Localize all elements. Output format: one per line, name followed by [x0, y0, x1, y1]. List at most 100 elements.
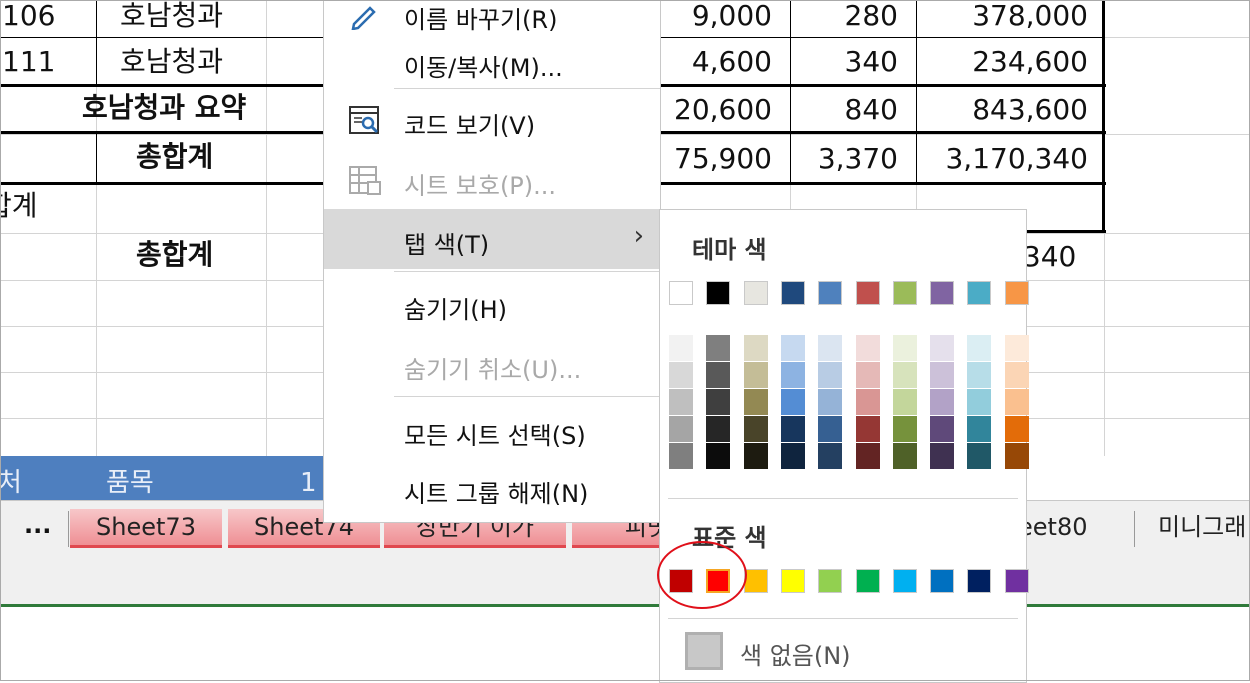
- theme-shade-swatch[interactable]: [818, 335, 843, 361]
- theme-shade-swatch[interactable]: [669, 362, 693, 388]
- header-cell[interactable]: 1: [300, 470, 317, 496]
- theme-shade-swatch[interactable]: [1004, 416, 1029, 442]
- cell-qty[interactable]: 340: [790, 48, 898, 76]
- theme-shade-swatch[interactable]: [669, 443, 693, 469]
- grand-total-label-cell[interactable]: 총합계: [136, 241, 213, 269]
- cell-name[interactable]: 호남청과: [120, 48, 223, 76]
- theme-shade-swatch[interactable]: [967, 416, 992, 442]
- theme-color-swatch[interactable]: [706, 281, 731, 305]
- standard-color-swatch[interactable]: [855, 569, 880, 593]
- theme-shade-swatch[interactable]: [669, 416, 693, 442]
- cell-qty[interactable]: 3,370: [790, 145, 898, 173]
- summary-label-cell[interactable]: 호남청과 요약: [82, 94, 246, 122]
- theme-shade-swatch[interactable]: [855, 416, 880, 442]
- theme-shade-swatch[interactable]: [743, 416, 768, 442]
- theme-shade-swatch[interactable]: [930, 389, 955, 415]
- tab-overflow-button[interactable]: ...: [24, 511, 51, 539]
- theme-shade-swatch[interactable]: [669, 335, 693, 361]
- theme-color-swatch[interactable]: [967, 281, 992, 305]
- theme-shade-swatch[interactable]: [967, 389, 992, 415]
- theme-shade-swatch[interactable]: [1004, 335, 1029, 361]
- grand-total-label-cell[interactable]: 총합계: [136, 143, 213, 171]
- cell-total[interactable]: 843,600: [916, 96, 1088, 124]
- cell-price[interactable]: 9,000: [662, 2, 772, 30]
- cell-qty[interactable]: 280: [790, 2, 898, 30]
- sheet-tab[interactable]: 미니그래: [1158, 509, 1250, 545]
- theme-shade-swatch[interactable]: [1004, 362, 1029, 388]
- theme-shade-swatch[interactable]: [967, 443, 992, 469]
- cell-price[interactable]: 75,900: [662, 145, 772, 173]
- theme-color-swatch[interactable]: [855, 281, 880, 305]
- theme-shade-swatch[interactable]: [1004, 443, 1029, 469]
- cell-qty[interactable]: 840: [790, 96, 898, 124]
- sheet-tab[interactable]: eet80: [1018, 509, 1118, 545]
- theme-shade-swatch[interactable]: [706, 335, 731, 361]
- theme-color-swatch[interactable]: [669, 281, 693, 305]
- standard-color-swatch[interactable]: [892, 569, 917, 593]
- theme-shade-swatch[interactable]: [855, 443, 880, 469]
- theme-shade-swatch[interactable]: [967, 335, 992, 361]
- menu-item-select-all-sheets[interactable]: 모든 시트 선택(S): [324, 402, 660, 458]
- theme-shade-swatch[interactable]: [930, 362, 955, 388]
- cell-total[interactable]: 3,170,340: [916, 145, 1088, 173]
- menu-item-hide[interactable]: 숨기기(H): [324, 276, 660, 332]
- theme-shade-swatch[interactable]: [818, 443, 843, 469]
- theme-color-swatch[interactable]: [892, 281, 917, 305]
- standard-color-swatch[interactable]: [930, 569, 955, 593]
- cell-total[interactable]: 234,600: [916, 48, 1088, 76]
- theme-shade-swatch[interactable]: [818, 389, 843, 415]
- cell-price[interactable]: 4,600: [662, 48, 772, 76]
- header-cell[interactable]: 처: [0, 470, 22, 496]
- standard-color-swatch[interactable]: [818, 569, 843, 593]
- no-color-option[interactable]: 색 없음(N): [740, 636, 851, 671]
- theme-shade-swatch[interactable]: [743, 389, 768, 415]
- cell-name[interactable]: 호남청과: [120, 2, 223, 30]
- theme-shade-swatch[interactable]: [930, 335, 955, 361]
- theme-shade-swatch[interactable]: [967, 362, 992, 388]
- theme-color-swatch[interactable]: [1004, 281, 1029, 305]
- cell-code[interactable]: 106: [2, 2, 55, 30]
- standard-color-swatch[interactable]: [743, 569, 768, 593]
- standard-color-swatch[interactable]: [967, 569, 992, 593]
- theme-shade-swatch[interactable]: [780, 389, 805, 415]
- theme-shade-swatch[interactable]: [855, 389, 880, 415]
- menu-item-protect-sheet[interactable]: 시트 보호(P)...: [324, 152, 660, 208]
- theme-color-swatch[interactable]: [818, 281, 843, 305]
- theme-shade-swatch[interactable]: [706, 443, 731, 469]
- theme-color-swatch[interactable]: [930, 281, 955, 305]
- cell-total[interactable]: 378,000: [916, 2, 1088, 30]
- theme-shade-swatch[interactable]: [818, 416, 843, 442]
- theme-shade-swatch[interactable]: [892, 416, 917, 442]
- sheet-tab[interactable]: Sheet73: [70, 509, 222, 548]
- cell-price[interactable]: 20,600: [662, 96, 772, 124]
- theme-shade-swatch[interactable]: [855, 362, 880, 388]
- theme-shade-swatch[interactable]: [780, 335, 805, 361]
- menu-item-view-code[interactable]: 코드 보기(V): [324, 92, 660, 148]
- theme-shade-swatch[interactable]: [706, 389, 731, 415]
- theme-shade-swatch[interactable]: [780, 416, 805, 442]
- theme-shade-swatch[interactable]: [780, 443, 805, 469]
- theme-shade-swatch[interactable]: [706, 416, 731, 442]
- theme-shade-swatch[interactable]: [892, 362, 917, 388]
- cell-code[interactable]: 111: [2, 48, 55, 76]
- theme-color-swatch[interactable]: [743, 281, 768, 305]
- theme-shade-swatch[interactable]: [930, 416, 955, 442]
- theme-shade-swatch[interactable]: [1004, 389, 1029, 415]
- menu-item-tab-color[interactable]: 탭 색(T) ›: [324, 209, 660, 269]
- theme-shade-swatch[interactable]: [743, 443, 768, 469]
- menu-item-ungroup-sheets[interactable]: 시트 그룹 해제(N): [324, 460, 660, 516]
- theme-shade-swatch[interactable]: [669, 389, 693, 415]
- theme-shade-swatch[interactable]: [780, 362, 805, 388]
- theme-shade-swatch[interactable]: [818, 362, 843, 388]
- no-color-swatch[interactable]: [685, 632, 723, 670]
- theme-shade-swatch[interactable]: [892, 335, 917, 361]
- standard-color-swatch[interactable]: [780, 569, 805, 593]
- theme-color-swatch[interactable]: [780, 281, 805, 305]
- menu-item-move-copy[interactable]: 이동/복사(M)...: [324, 34, 660, 90]
- partial-label-cell[interactable]: 합계: [0, 192, 38, 220]
- menu-item-unhide[interactable]: 숨기기 취소(U)...: [324, 336, 660, 392]
- theme-shade-swatch[interactable]: [855, 335, 880, 361]
- theme-shade-swatch[interactable]: [892, 443, 917, 469]
- theme-shade-swatch[interactable]: [743, 335, 768, 361]
- header-cell[interactable]: 품목: [106, 470, 154, 496]
